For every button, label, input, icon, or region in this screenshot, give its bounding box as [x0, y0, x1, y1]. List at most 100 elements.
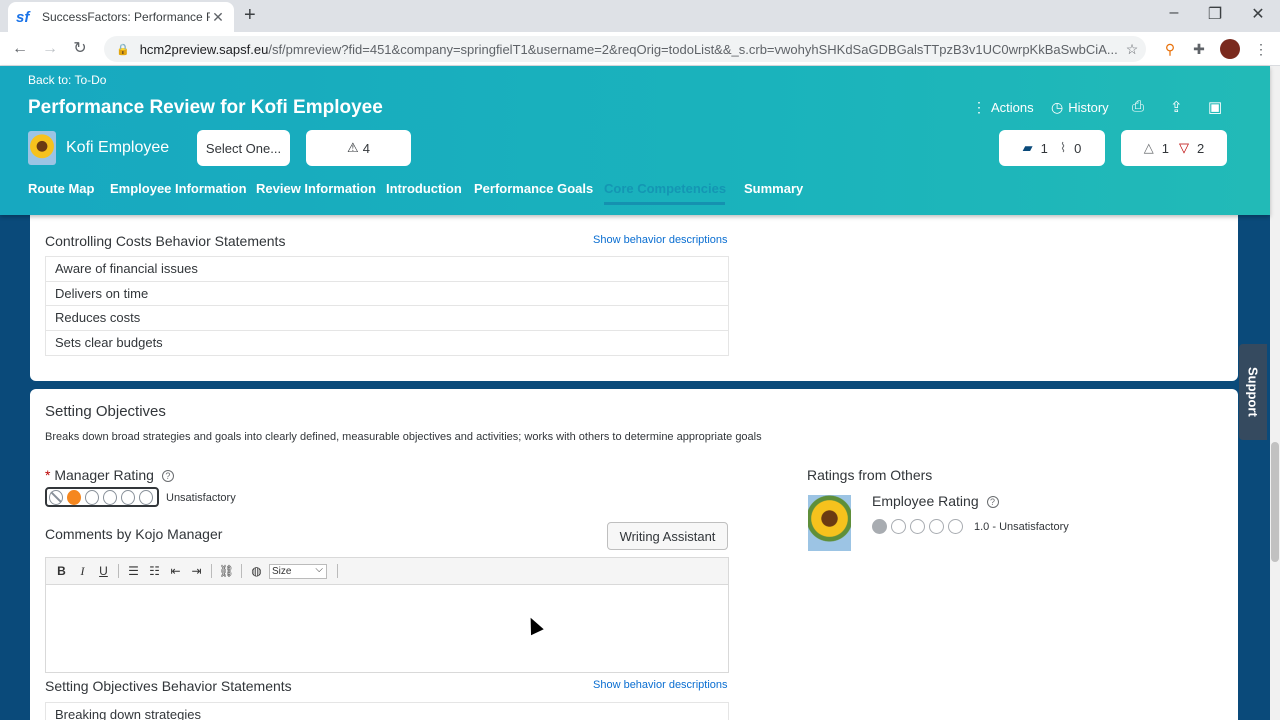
reload-icon[interactable]: ↻	[69, 38, 91, 60]
back-arrow-icon[interactable]: ←	[9, 38, 31, 60]
bold-icon[interactable]: B	[51, 564, 72, 578]
scrollbar-thumb[interactable]	[1271, 442, 1279, 562]
bookmark-star-icon[interactable]: ☆	[1123, 40, 1141, 58]
required-mark: *	[45, 467, 51, 483]
help-icon[interactable]: ?	[986, 496, 999, 508]
manager-rating-text-label: Manager Rating	[54, 467, 154, 483]
italic-icon[interactable]: I	[72, 564, 93, 579]
employee-rating-text-label: Employee Rating	[872, 493, 979, 509]
actions-label: Actions	[991, 100, 1034, 115]
rating-circle-1	[872, 519, 887, 534]
alerts-count: 4	[362, 140, 370, 156]
rating-circle-4	[929, 519, 944, 534]
toolbar-divider	[118, 564, 119, 578]
underline-icon[interactable]: U	[93, 564, 114, 578]
comment-icon: ▰	[1022, 140, 1033, 155]
address-bar: ← → ↻ 🔒 hcm2preview.sapsf.eu /sf/pmrevie…	[0, 32, 1280, 66]
url-host: hcm2preview.sapsf.eu	[139, 41, 269, 57]
font-size-select[interactable]: Size	[269, 563, 327, 579]
manager-rating-control[interactable]	[45, 487, 159, 507]
page-scrollbar[interactable]	[1270, 66, 1280, 720]
warning-triangle-icon: ⚠	[347, 140, 359, 155]
tab-summary[interactable]: Summary	[744, 181, 803, 196]
no-rating-icon[interactable]	[49, 489, 63, 505]
extensions-puzzle-icon[interactable]: ✚	[1190, 40, 1208, 58]
validation-button[interactable]: △ 1 ▽ 2	[1121, 130, 1227, 166]
setting-objectives-behavior-list: Breaking down strategies	[45, 702, 729, 720]
toolbar-divider	[337, 564, 338, 578]
window-close-icon[interactable]: ✕	[1246, 4, 1270, 24]
rating-circle-5[interactable]	[139, 489, 153, 505]
employee-rating-display: 1.0 - Unsatisfactory	[872, 519, 1069, 534]
more-vertical-icon: ⋮	[972, 99, 986, 115]
numbered-list-icon[interactable]: ☰	[123, 564, 144, 578]
profile-avatar[interactable]	[1220, 39, 1240, 59]
url-field[interactable]: 🔒 hcm2preview.sapsf.eu /sf/pmreview?fid=…	[104, 36, 1146, 62]
tab-route-map[interactable]: Route Map	[28, 181, 94, 196]
lock-icon: 🔒	[116, 43, 130, 56]
review-header: Back to: To-Do Performance Review for Ko…	[0, 66, 1270, 215]
controlling-costs-behavior-list: Aware of financial issues Delivers on ti…	[45, 256, 729, 356]
close-icon[interactable]: ✕	[210, 9, 226, 26]
help-icon[interactable]: ?	[161, 470, 174, 482]
comments-attachments-button[interactable]: ▰ 1 ⌇ 0	[999, 130, 1105, 166]
tab-employee-information[interactable]: Employee Information	[110, 181, 247, 196]
warning-outline-icon: △	[1143, 140, 1154, 155]
indent-icon[interactable]: ⇥	[186, 564, 207, 578]
outdent-icon[interactable]: ⇤	[165, 564, 186, 578]
list-item: Aware of financial issues	[46, 257, 728, 282]
new-tab-icon[interactable]: +	[244, 4, 264, 27]
employee-rating-label: Employee Rating ?	[872, 493, 999, 509]
search-extension-icon[interactable]: ⚲	[1161, 40, 1179, 58]
forward-arrow-icon[interactable]: →	[39, 38, 61, 60]
editor-toolbar: B I U ☰ ☷ ⇤ ⇥ ⛓ ◍ Size	[46, 558, 728, 585]
tab-performance-goals[interactable]: Performance Goals	[474, 181, 593, 196]
back-to-todo-link[interactable]: Back to: To-Do	[28, 73, 106, 87]
spellcheck-icon[interactable]: ◍	[246, 564, 267, 578]
ratings-from-others-title: Ratings from Others	[807, 467, 933, 483]
show-behavior-descriptions-link[interactable]: Show behavior descriptions	[593, 679, 728, 691]
actions-button[interactable]: ⋮ Actions	[972, 99, 1034, 116]
tab-introduction[interactable]: Introduction	[386, 181, 462, 196]
successfactors-favicon-icon: sf	[16, 8, 30, 26]
rating-circle-3[interactable]	[103, 489, 117, 505]
minimize-icon[interactable]: –	[1162, 4, 1186, 22]
rating-circle-4[interactable]	[121, 489, 135, 505]
active-tab-indicator	[604, 202, 725, 205]
support-tab[interactable]: Support	[1239, 344, 1267, 440]
rating-circle-2[interactable]	[85, 489, 99, 505]
tab-review-information[interactable]: Review Information	[256, 181, 376, 196]
save-icon[interactable]: ▣	[1208, 98, 1222, 116]
manager-rating-value-text: Unsatisfactory	[166, 492, 236, 504]
tab-core-competencies[interactable]: Core Competencies	[604, 181, 726, 196]
url-path: /sf/pmreview?fid=451&company=springfielT…	[268, 41, 1118, 57]
writing-assistant-button[interactable]: Writing Assistant	[607, 522, 728, 550]
bulleted-list-icon[interactable]: ☷	[144, 564, 165, 578]
alerts-button[interactable]: ⚠ 4	[306, 130, 411, 166]
warnings-count: 1	[1161, 140, 1169, 156]
tab-title: SuccessFactors: Performance Rev	[42, 10, 210, 24]
list-item: Sets clear budgets	[55, 334, 163, 350]
more-menu-icon[interactable]: ⋮	[1252, 40, 1270, 58]
comments-count: 1	[1040, 140, 1048, 156]
export-icon[interactable]: ⇪	[1170, 98, 1183, 116]
link-icon[interactable]: ⛓	[216, 564, 237, 578]
browser-tab-bar: sf SuccessFactors: Performance Rev ✕ + –…	[0, 0, 1280, 32]
select-label: Select One...	[205, 140, 282, 156]
show-behavior-descriptions-link[interactable]: Show behavior descriptions	[593, 234, 728, 246]
controlling-costs-card: Controlling Costs Behavior Statements Sh…	[30, 200, 1238, 381]
rating-circle-1[interactable]	[67, 489, 81, 505]
list-item: Reduces costs	[46, 306, 728, 331]
comments-editor[interactable]: B I U ☰ ☷ ⇤ ⇥ ⛓ ◍ Size	[45, 557, 729, 673]
paperclip-icon: ⌇	[1059, 140, 1067, 155]
browser-tab[interactable]: sf SuccessFactors: Performance Rev ✕	[8, 2, 234, 32]
toolbar-divider	[211, 564, 212, 578]
history-button[interactable]: ◷ History	[1051, 99, 1109, 116]
history-label: History	[1068, 100, 1109, 115]
error-triangle-icon: ▽	[1179, 140, 1189, 155]
restore-icon[interactable]: ❐	[1203, 4, 1227, 24]
employee-photo	[808, 495, 851, 551]
clock-icon: ◷	[1051, 99, 1064, 115]
route-select-dropdown[interactable]: Select One...	[197, 130, 290, 166]
print-icon[interactable]: ⎙	[1132, 98, 1144, 115]
